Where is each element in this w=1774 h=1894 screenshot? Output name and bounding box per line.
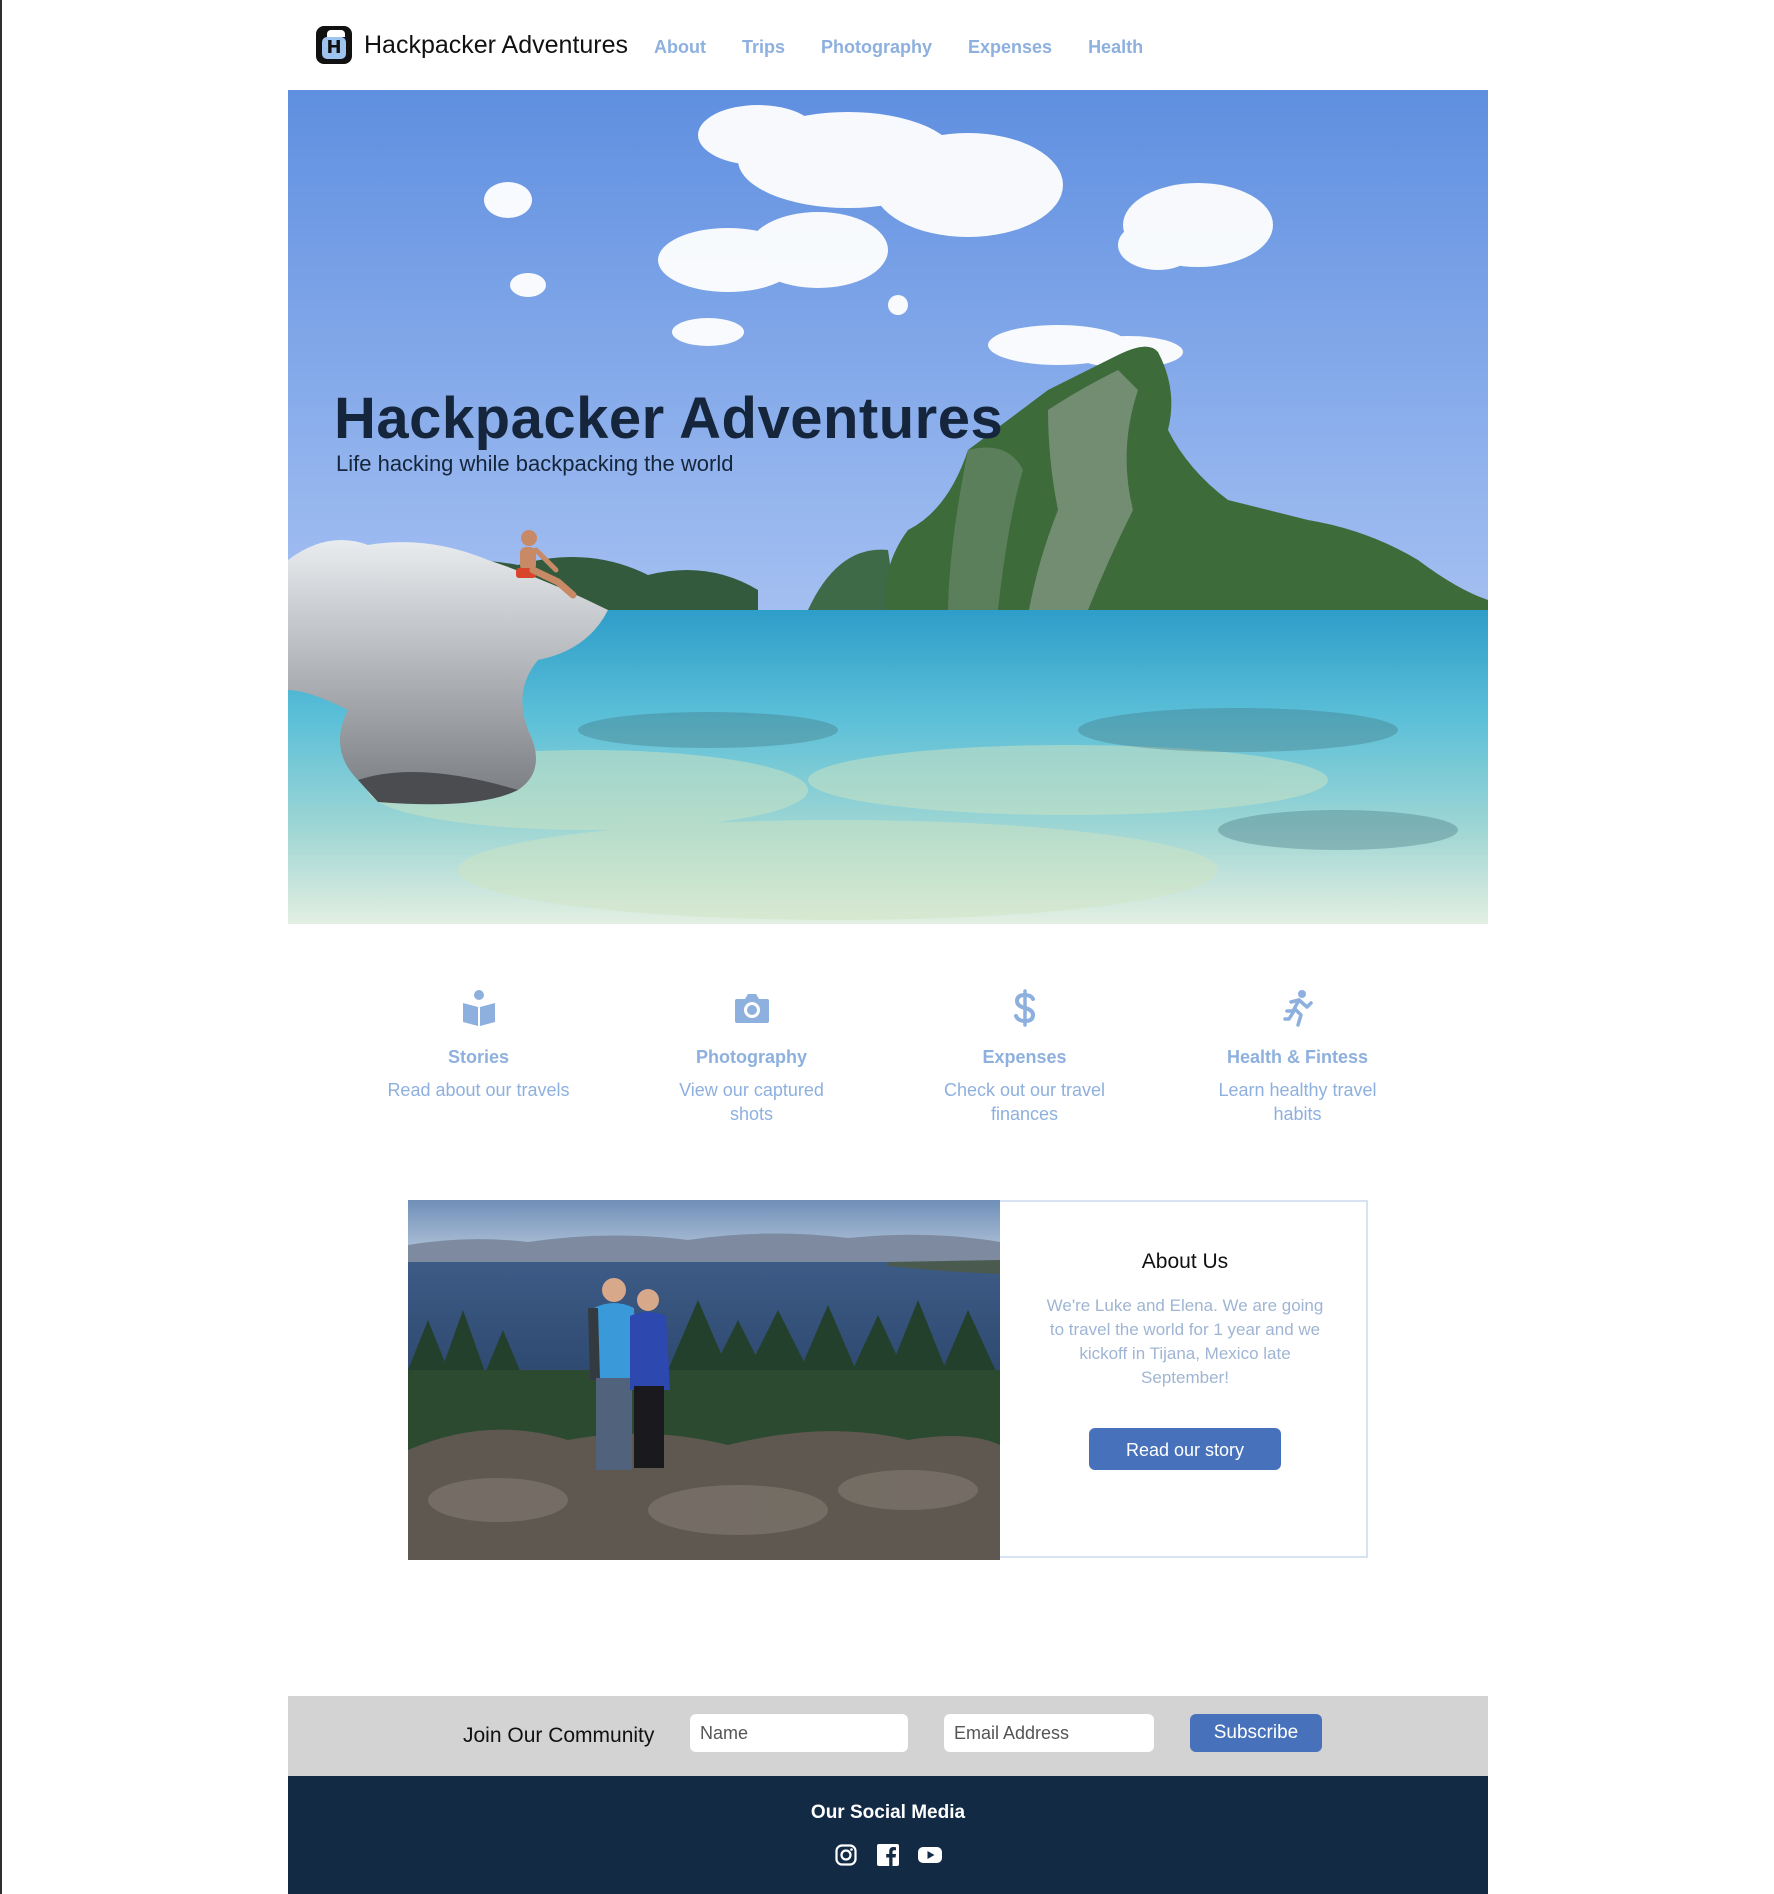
site-header: H Hackpacker Adventures About Trips Phot… bbox=[288, 0, 1488, 90]
nav-link-health[interactable]: Health bbox=[1088, 37, 1143, 58]
dollar-icon bbox=[888, 985, 1161, 1031]
youtube-icon[interactable] bbox=[917, 1842, 943, 1868]
instagram-icon[interactable] bbox=[833, 1842, 859, 1868]
feature-description: Learn healthy travel habits bbox=[1218, 1080, 1377, 1124]
about-title: About Us bbox=[1141, 1250, 1229, 1273]
feature-photography[interactable]: Photography View our captured shots bbox=[615, 985, 888, 1126]
feature-description: Read about our travels bbox=[387, 1080, 570, 1100]
feature-description: Check out our travel finances bbox=[943, 1080, 1106, 1124]
social-links bbox=[833, 1842, 959, 1868]
nav-link-expenses[interactable]: Expenses bbox=[968, 37, 1052, 58]
email-input[interactable] bbox=[944, 1714, 1154, 1752]
hero-landscape-image bbox=[288, 90, 1488, 924]
about-body: We're Luke and Elena. We are going to tr… bbox=[1046, 1296, 1324, 1387]
footer: Our Social Media bbox=[288, 1776, 1488, 1894]
backpack-logo-icon: H bbox=[316, 26, 352, 64]
main-nav: About Trips Photography Expenses Health bbox=[654, 37, 1179, 58]
nav-link-photography[interactable]: Photography bbox=[821, 37, 932, 58]
facebook-icon[interactable] bbox=[875, 1842, 901, 1868]
brand-home-link[interactable]: H Hackpacker Adventures bbox=[316, 26, 628, 64]
hero-title: Hackpacker Adventures bbox=[334, 386, 1004, 451]
feature-title: Health & Fintess bbox=[1226, 1047, 1369, 1067]
about-text-block: About Us We're Luke and Elena. We are go… bbox=[1020, 1250, 1350, 1470]
join-community-label: Join Our Community bbox=[463, 1724, 655, 1747]
feature-expenses[interactable]: Expenses Check out our travel finances bbox=[888, 985, 1161, 1126]
footer-title: Our Social Media bbox=[810, 1802, 966, 1823]
feature-title: Photography bbox=[696, 1047, 807, 1067]
about-card: About Us We're Luke and Elena. We are go… bbox=[408, 1200, 1368, 1560]
running-icon bbox=[1161, 985, 1434, 1031]
book-icon bbox=[342, 985, 615, 1031]
feature-stories[interactable]: Stories Read about our travels bbox=[342, 985, 615, 1126]
feature-title: Expenses bbox=[982, 1047, 1067, 1067]
brand-name: Hackpacker Adventures bbox=[364, 30, 629, 59]
read-our-story-button[interactable]: Read our story bbox=[1089, 1428, 1281, 1470]
feature-description: View our captured shots bbox=[679, 1080, 824, 1124]
feature-health[interactable]: Health & Fintess Learn healthy travel ha… bbox=[1161, 985, 1434, 1126]
subscribe-button[interactable]: Subscribe bbox=[1190, 1714, 1322, 1752]
hero-banner: Hackpacker Adventures Life hacking while… bbox=[288, 90, 1488, 924]
camera-icon bbox=[615, 985, 888, 1031]
feature-row: Stories Read about our travels Photograp… bbox=[342, 985, 1434, 1126]
window-edge bbox=[0, 0, 2, 1894]
nav-link-about[interactable]: About bbox=[654, 37, 706, 58]
subscribe-bar: Join Our Community Subscribe bbox=[288, 1696, 1488, 1776]
hero-subtitle: Life hacking while backpacking the world bbox=[336, 451, 734, 476]
nav-link-trips[interactable]: Trips bbox=[742, 37, 785, 58]
feature-title: Stories bbox=[447, 1047, 510, 1067]
name-input[interactable] bbox=[690, 1714, 908, 1752]
couple-photo bbox=[408, 1200, 1000, 1560]
